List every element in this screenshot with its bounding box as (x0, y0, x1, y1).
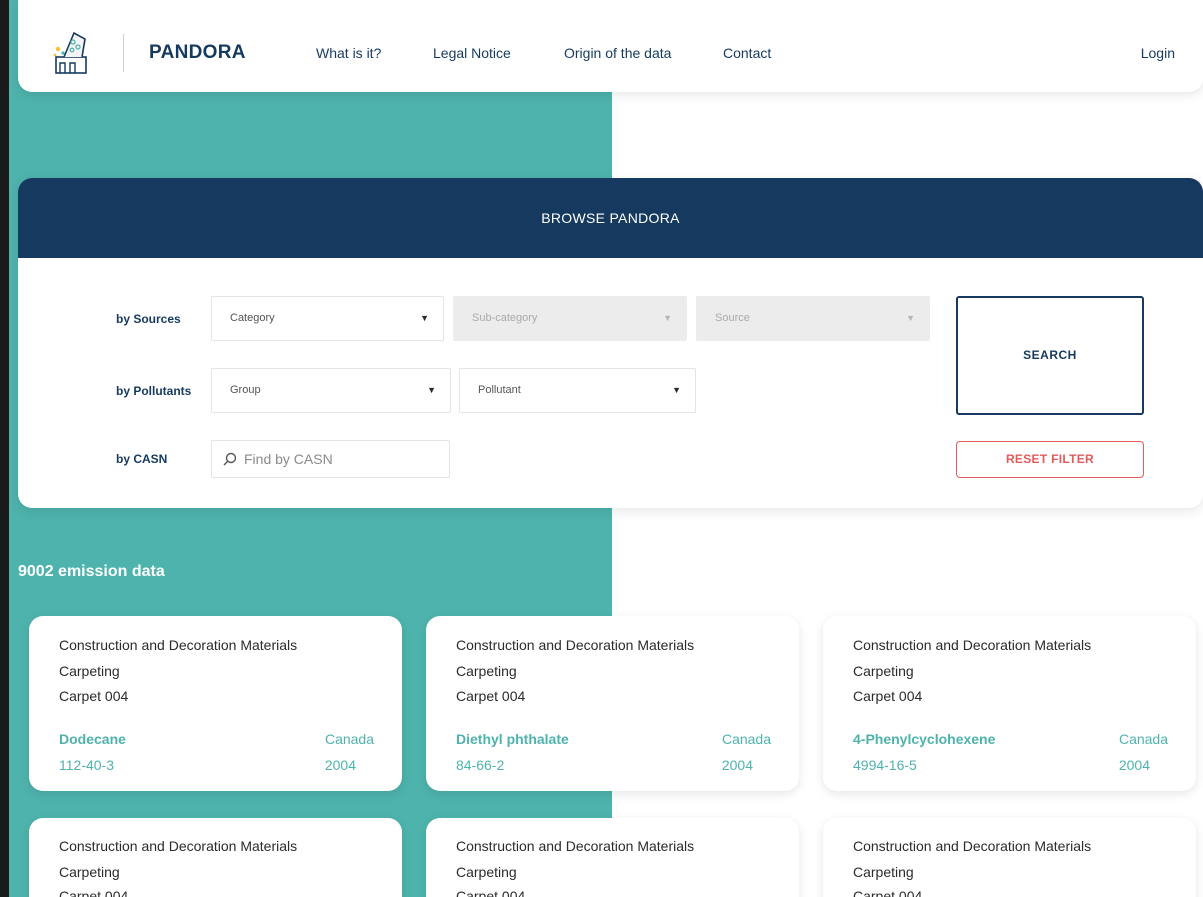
emission-card[interactable]: Construction and Decoration Materials Ca… (426, 616, 799, 791)
caret-down-icon: ▼ (663, 313, 672, 323)
card-category: Construction and Decoration Materials (853, 838, 1092, 854)
card-country: Canada (721, 731, 771, 747)
card-pollutant[interactable]: 4-Phenylcyclohexene (853, 731, 995, 747)
card-casn: 112-40-3 (59, 757, 115, 773)
card-category: Construction and Decoration Materials (59, 838, 298, 854)
card-pollutant[interactable]: Dodecane (59, 731, 126, 747)
card-category: Construction and Decoration Materials (59, 637, 298, 653)
card-source: Carpet 004 (456, 688, 526, 704)
card-source: Carpet 004 (59, 688, 129, 704)
card-country: Canada (1118, 731, 1168, 747)
card-source: Carpet 004 (853, 688, 923, 704)
logo-divider (123, 34, 124, 72)
caret-down-icon: ▼ (420, 313, 429, 323)
emission-card[interactable]: Construction and Decoration Materials Ca… (426, 818, 799, 897)
casn-placeholder: Find by CASN (244, 451, 333, 467)
group-select[interactable]: Group ▼ (211, 368, 451, 413)
card-category: Construction and Decoration Materials (456, 838, 695, 854)
pandora-logo-icon[interactable] (52, 27, 90, 77)
card-year: 2004 (324, 757, 356, 773)
casn-search-input[interactable]: Find by CASN (211, 440, 450, 478)
nav-contact[interactable]: Contact (723, 45, 771, 61)
caret-down-icon: ▼ (427, 385, 436, 395)
results-count: 9002 emission data (18, 563, 165, 580)
pollutant-select-value: Pollutant (478, 384, 521, 396)
by-casn-label: by CASN (116, 452, 168, 466)
card-subcategory: Carpeting (853, 663, 914, 679)
search-icon (223, 452, 237, 466)
card-source: Carpet 004 (456, 888, 526, 897)
card-year: 2004 (1118, 757, 1150, 773)
card-subcategory: Carpeting (59, 864, 120, 880)
browse-title: BROWSE PANDORA (18, 178, 1203, 258)
by-pollutants-label: by Pollutants (116, 384, 192, 398)
card-source: Carpet 004 (59, 888, 129, 897)
browse-panel: BROWSE PANDORA by Sources Category ▼ Sub… (18, 178, 1203, 508)
nav-legal-notice[interactable]: Legal Notice (433, 45, 511, 61)
emission-card[interactable]: Construction and Decoration Materials Ca… (29, 818, 402, 897)
reset-filter-button[interactable]: RESET FILTER (956, 441, 1144, 478)
emission-card[interactable]: Construction and Decoration Materials Ca… (29, 616, 402, 791)
group-select-value: Group (230, 384, 261, 396)
card-category: Construction and Decoration Materials (853, 637, 1092, 653)
card-casn: 4994-16-5 (853, 757, 917, 773)
search-button[interactable]: SEARCH (956, 296, 1144, 415)
window-edge (0, 0, 9, 897)
card-year: 2004 (721, 757, 753, 773)
card-category: Construction and Decoration Materials (456, 637, 695, 653)
card-casn: 84-66-2 (456, 757, 505, 773)
pollutant-select[interactable]: Pollutant ▼ (459, 368, 696, 413)
card-pollutant[interactable]: Diethyl phthalate (456, 731, 569, 747)
by-sources-label: by Sources (116, 312, 181, 326)
card-subcategory: Carpeting (853, 864, 914, 880)
card-subcategory: Carpeting (59, 663, 120, 679)
category-select[interactable]: Category ▼ (211, 296, 444, 341)
card-source: Carpet 004 (853, 888, 923, 897)
card-country: Canada (324, 731, 374, 747)
nav-what-is-it[interactable]: What is it? (316, 45, 381, 61)
nav-origin-of-data[interactable]: Origin of the data (564, 45, 671, 61)
caret-down-icon: ▼ (906, 313, 915, 323)
login-link[interactable]: Login (1141, 45, 1175, 61)
emission-card[interactable]: Construction and Decoration Materials Ca… (823, 818, 1196, 897)
emission-card[interactable]: Construction and Decoration Materials Ca… (823, 616, 1196, 791)
brand-name[interactable]: PANDORA (149, 42, 246, 64)
subcategory-select[interactable]: Sub-category ▼ (453, 296, 687, 341)
category-select-value: Category (230, 312, 275, 324)
subcategory-select-value: Sub-category (472, 312, 538, 324)
card-subcategory: Carpeting (456, 663, 517, 679)
card-subcategory: Carpeting (456, 864, 517, 880)
source-select-value: Source (715, 312, 750, 324)
caret-down-icon: ▼ (672, 385, 681, 395)
top-navbar: PANDORA What is it? Legal Notice Origin … (18, 0, 1203, 92)
source-select[interactable]: Source ▼ (696, 296, 930, 341)
